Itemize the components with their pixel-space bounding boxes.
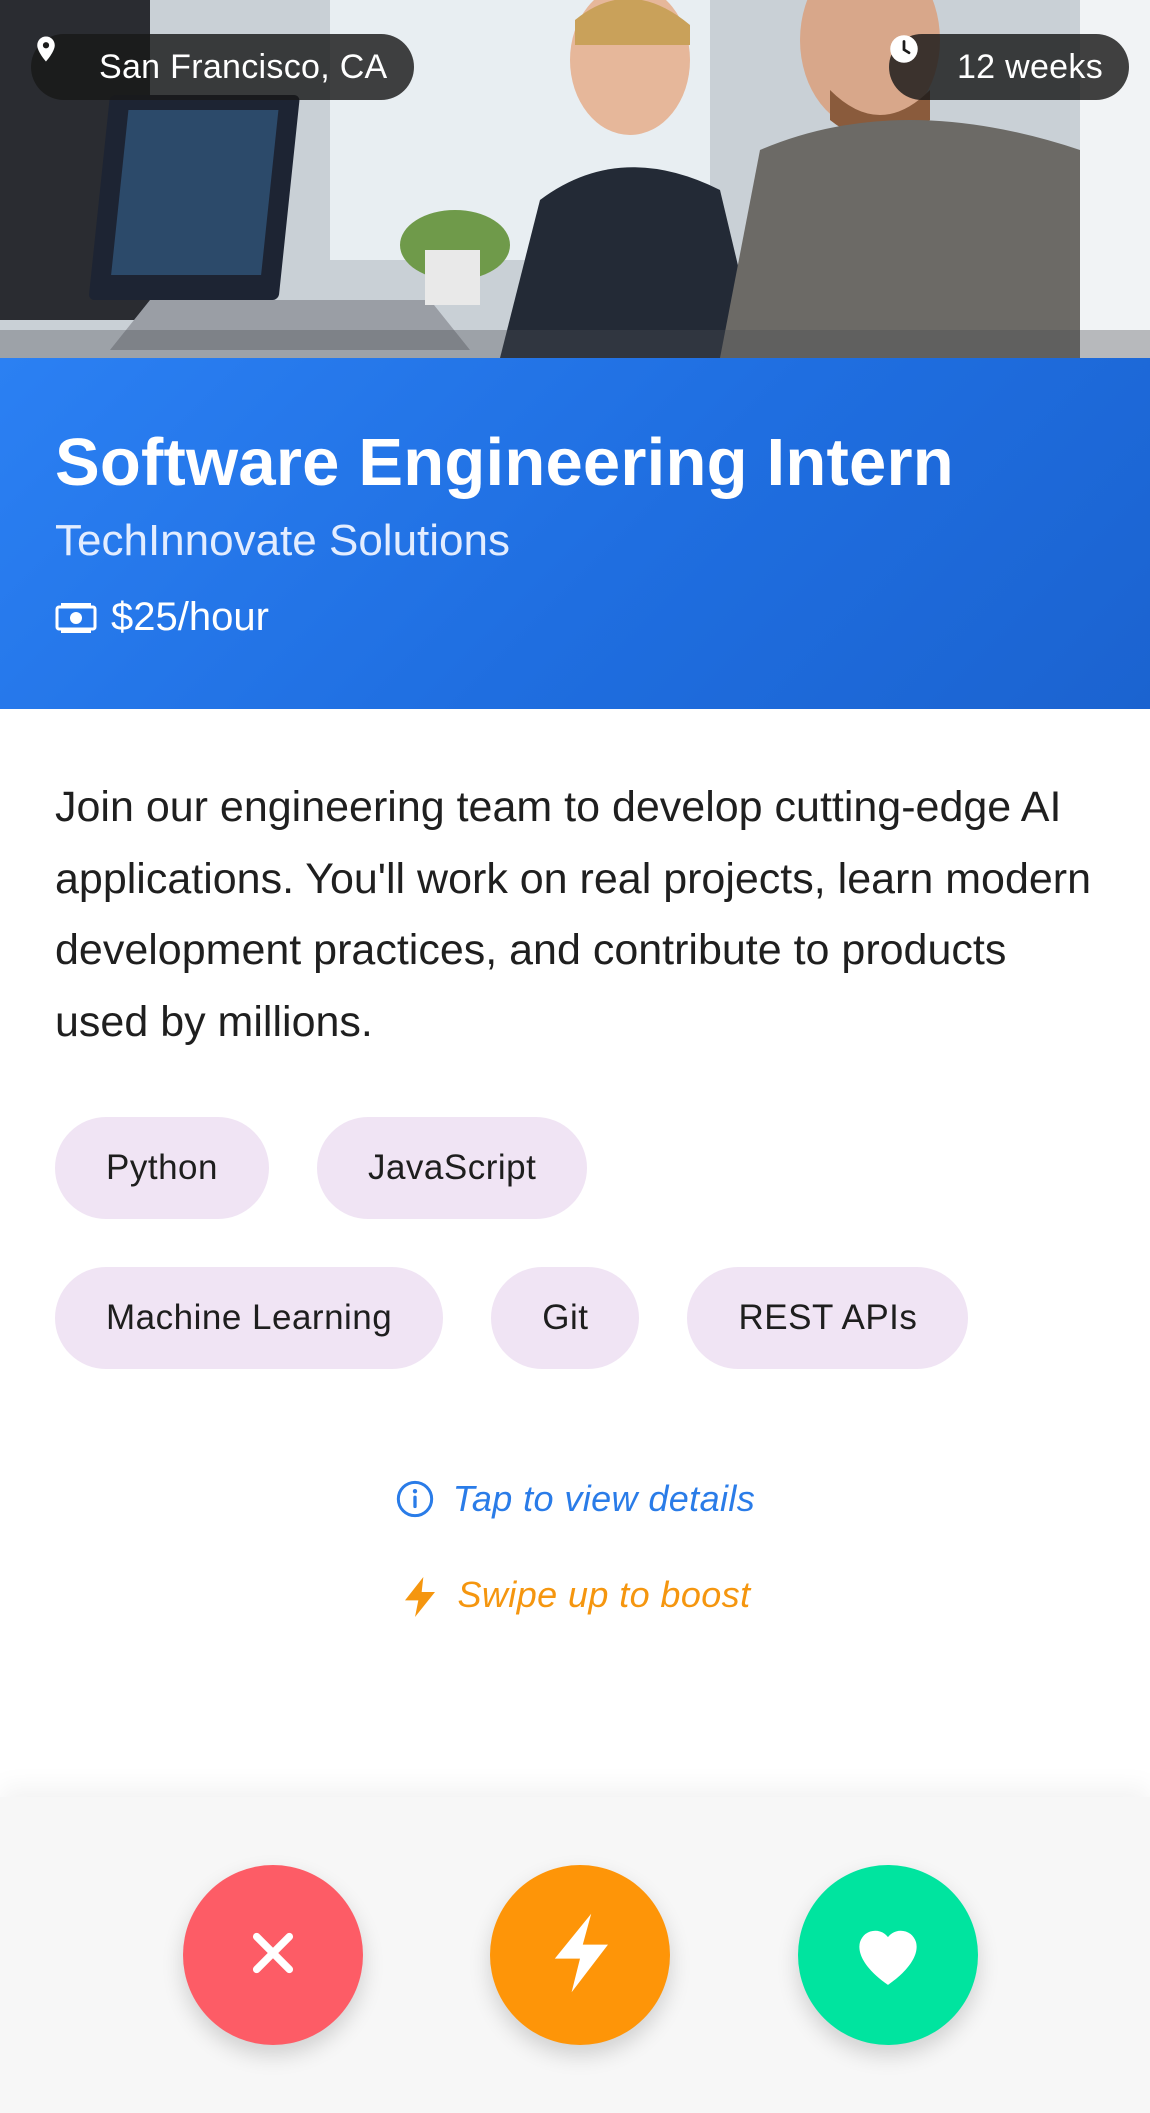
view-details-hint[interactable]: Tap to view details: [0, 1478, 1150, 1520]
info-icon: [395, 1479, 435, 1519]
action-bar: [0, 1797, 1150, 2113]
job-description: Join our engineering team to develop cut…: [55, 783, 1092, 1046]
money-icon: [55, 601, 97, 635]
map-pin-icon: [37, 36, 83, 82]
heart-icon: [849, 1918, 927, 1993]
company-name: TechInnovate Solutions: [55, 516, 510, 565]
clock-icon: [890, 35, 941, 82]
skills-row: Machine Learning Git REST APIs: [55, 1267, 1115, 1369]
boost-button[interactable]: [490, 1865, 670, 2045]
job-title: Software Engineering Intern: [55, 425, 954, 500]
skill-chip: Machine Learning: [55, 1267, 444, 1369]
lightning-icon: [400, 1575, 440, 1617]
job-header: Software Engineering Intern TechInnovate…: [0, 358, 1150, 709]
close-icon: [245, 1925, 301, 1986]
skills-list: Python JavaScript Machine Learning Git R…: [55, 1117, 1115, 1417]
pass-button[interactable]: [183, 1865, 363, 2045]
lightning-icon: [546, 1911, 614, 2000]
skill-chip: REST APIs: [687, 1267, 969, 1369]
duration-text: 12 weeks: [956, 47, 1103, 86]
pay-rate: $25/hour: [55, 595, 269, 640]
job-card[interactable]: San Francisco, CA 12 weeks Software Engi…: [0, 0, 1150, 1797]
pay-text: $25/hour: [111, 595, 269, 639]
boost-hint-text: Swipe up to boost: [457, 1574, 751, 1615]
duration-badge: 12 weeks: [888, 34, 1129, 100]
location-text: San Francisco, CA: [99, 47, 388, 86]
boost-hint: Swipe up to boost: [0, 1574, 1150, 1617]
view-details-text: Tap to view details: [452, 1478, 756, 1519]
job-photo: San Francisco, CA 12 weeks: [0, 0, 1150, 358]
skills-row: Python JavaScript: [55, 1117, 1115, 1219]
skill-chip: Git: [491, 1267, 640, 1369]
skill-chip: Python: [55, 1117, 269, 1219]
location-badge: San Francisco, CA: [31, 34, 414, 100]
like-button[interactable]: [798, 1865, 978, 2045]
skill-chip: JavaScript: [316, 1117, 588, 1219]
